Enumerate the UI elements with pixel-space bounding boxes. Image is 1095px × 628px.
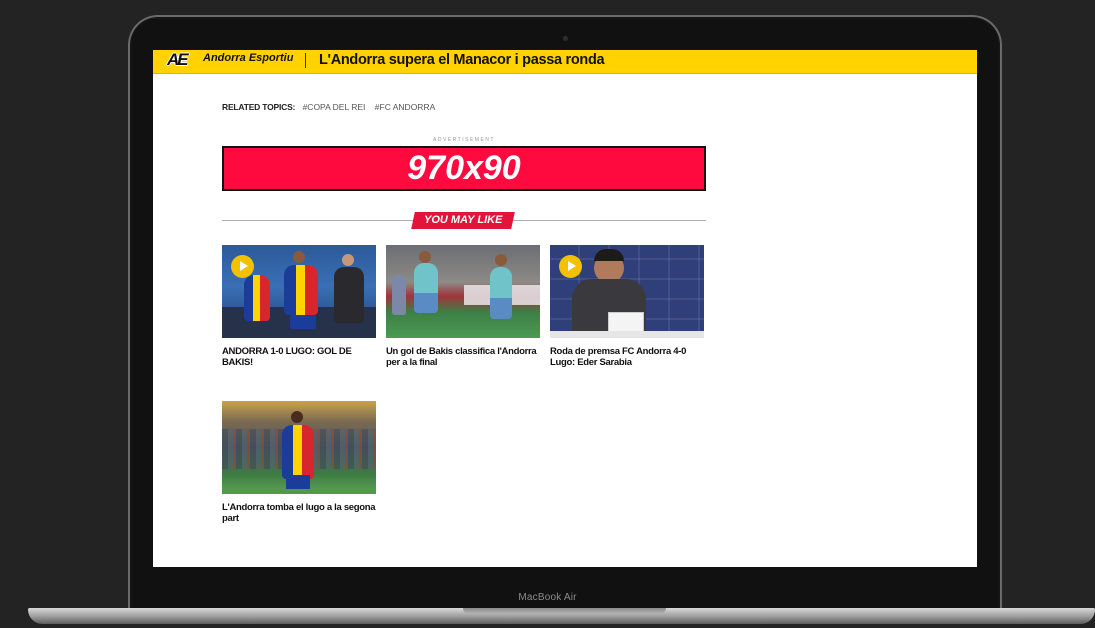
- card-title[interactable]: ANDORRA 1-0 LUGO: GOL DE BAKIS!: [222, 346, 376, 368]
- football-action-photo-icon[interactable]: [222, 245, 376, 338]
- play-icon[interactable]: [231, 255, 254, 278]
- recommendation-card[interactable]: Roda de premsa FC Andorra 4-0 Lugo: Eder…: [550, 245, 704, 368]
- webcam-icon: [563, 36, 568, 41]
- card-title[interactable]: L'Andorra tomba el lugo a la segona part: [222, 502, 376, 524]
- football-match-photo-icon[interactable]: [386, 245, 540, 338]
- article-title: L'Andorra supera el Manacor i passa rond…: [319, 52, 605, 68]
- related-topics: RELATED TOPICS: #COPA DEL REI #FC ANDORR…: [222, 102, 442, 112]
- device-model-label: MacBook Air: [518, 592, 577, 603]
- laptop-notch: [463, 608, 666, 614]
- site-brand-name[interactable]: Andorra Esportiu: [203, 52, 293, 65]
- topic-tag-copa-del-rei[interactable]: #COPA DEL REI: [303, 102, 366, 112]
- topic-tag-fc-andorra[interactable]: #FC ANDORRA: [375, 102, 435, 112]
- ad-caption: ADVERTISEMENT: [433, 137, 495, 143]
- card-title[interactable]: Un gol de Bakis classifica l'Andorra per…: [386, 346, 540, 368]
- site-header: AE Andorra Esportiu L'Andorra supera el …: [153, 50, 977, 74]
- recommendation-card[interactable]: Un gol de Bakis classifica l'Andorra per…: [386, 245, 540, 368]
- site-logo[interactable]: AE: [167, 51, 197, 69]
- recommendation-card[interactable]: L'Andorra tomba el lugo a la segona part: [222, 401, 376, 524]
- press-conference-photo-icon[interactable]: [550, 245, 704, 338]
- card-title[interactable]: Roda de premsa FC Andorra 4-0 Lugo: Eder…: [550, 346, 704, 368]
- you-may-like-heading: YOU MAY LIKE: [411, 212, 515, 229]
- ad-banner-text: 970x90: [407, 149, 521, 187]
- related-topics-label: RELATED TOPICS:: [222, 102, 296, 112]
- header-divider: [305, 53, 306, 68]
- football-player-photo-icon[interactable]: [222, 401, 376, 494]
- play-icon[interactable]: [559, 255, 582, 278]
- ad-banner[interactable]: 970x90: [222, 146, 706, 191]
- browser-viewport: AE Andorra Esportiu L'Andorra supera el …: [153, 50, 977, 567]
- you-may-like-label: YOU MAY LIKE: [423, 214, 503, 226]
- recommendation-card[interactable]: ANDORRA 1-0 LUGO: GOL DE BAKIS!: [222, 245, 376, 368]
